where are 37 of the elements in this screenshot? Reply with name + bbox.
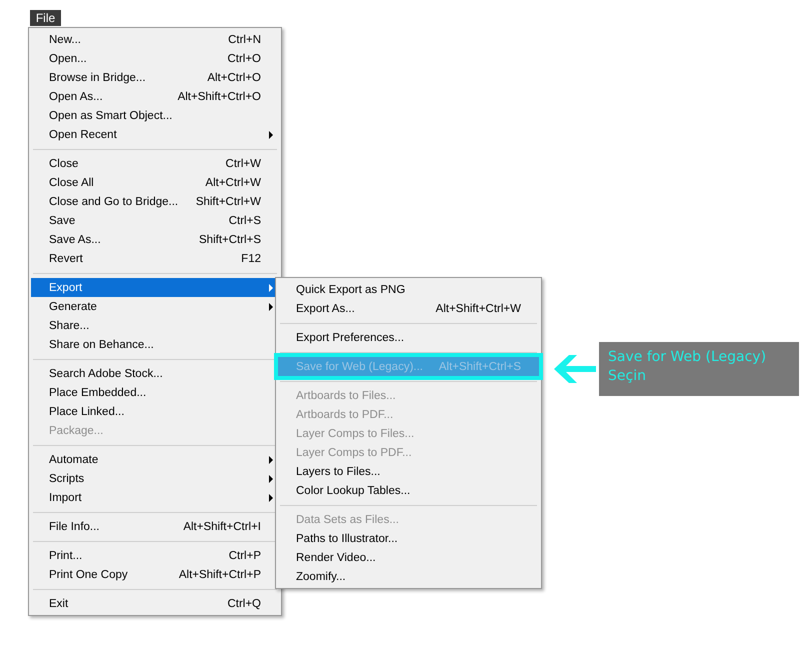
- menu-item[interactable]: Open Recent: [31, 125, 279, 144]
- menu-item[interactable]: Layers to Files...: [278, 462, 539, 481]
- menu-item[interactable]: Render Video...: [278, 548, 539, 567]
- menu-item[interactable]: Generate: [31, 297, 279, 316]
- menu-item[interactable]: Zoomify...: [278, 567, 539, 586]
- menu-item[interactable]: Open as Smart Object...: [31, 106, 279, 125]
- arrow-icon: [553, 354, 597, 384]
- menu-item[interactable]: Share...: [31, 316, 279, 335]
- menu-item[interactable]: Place Linked...: [31, 402, 279, 421]
- menu-item[interactable]: Share on Behance...: [31, 335, 279, 354]
- menu-item[interactable]: Close All Alt+Ctrl+W: [31, 173, 279, 192]
- menu-title[interactable]: File: [30, 10, 61, 26]
- menu-item[interactable]: Close Ctrl+W: [31, 154, 279, 173]
- menu-item[interactable]: Quick Export as PNG: [278, 280, 539, 299]
- menu-item[interactable]: Search Adobe Stock...: [31, 364, 279, 383]
- menu-item[interactable]: Exit Ctrl+Q: [31, 594, 279, 613]
- menu-item[interactable]: Revert F12: [31, 249, 279, 268]
- menu-item[interactable]: Import: [31, 488, 279, 507]
- menu-item[interactable]: Open As... Alt+Shift+Ctrl+O: [31, 87, 279, 106]
- menu-item[interactable]: Export As... Alt+Shift+Ctrl+W: [278, 299, 539, 318]
- callout-text: Save for Web (Legacy): [608, 348, 768, 367]
- menu-item[interactable]: Export Preferences...: [278, 328, 539, 347]
- menu-item[interactable]: Color Lookup Tables...: [278, 481, 539, 500]
- menu-item[interactable]: Save Ctrl+S: [31, 211, 279, 230]
- menu-item[interactable]: File Info... Alt+Shift+Ctrl+I: [31, 517, 279, 536]
- menu-item[interactable]: New... Ctrl+N: [31, 30, 279, 49]
- menu-item[interactable]: Print One Copy Alt+Shift+Ctrl+P: [31, 565, 279, 584]
- menu-item[interactable]: Scripts: [31, 469, 279, 488]
- menu-item[interactable]: Automate: [31, 450, 279, 469]
- menu-item[interactable]: Browse in Bridge... Alt+Ctrl+O: [31, 68, 279, 87]
- menu-item[interactable]: Open... Ctrl+O: [31, 49, 279, 68]
- menu-item[interactable]: Place Embedded...: [31, 383, 279, 402]
- callout-text: Seçin: [608, 367, 647, 386]
- menu-item[interactable]: Save As... Shift+Ctrl+S: [31, 230, 279, 249]
- menu-item[interactable]: Print... Ctrl+P: [31, 546, 279, 565]
- menu-item[interactable]: Paths to Illustrator...: [278, 529, 539, 548]
- menu-item[interactable]: Close and Go to Bridge... Shift+Ctrl+W: [31, 192, 279, 211]
